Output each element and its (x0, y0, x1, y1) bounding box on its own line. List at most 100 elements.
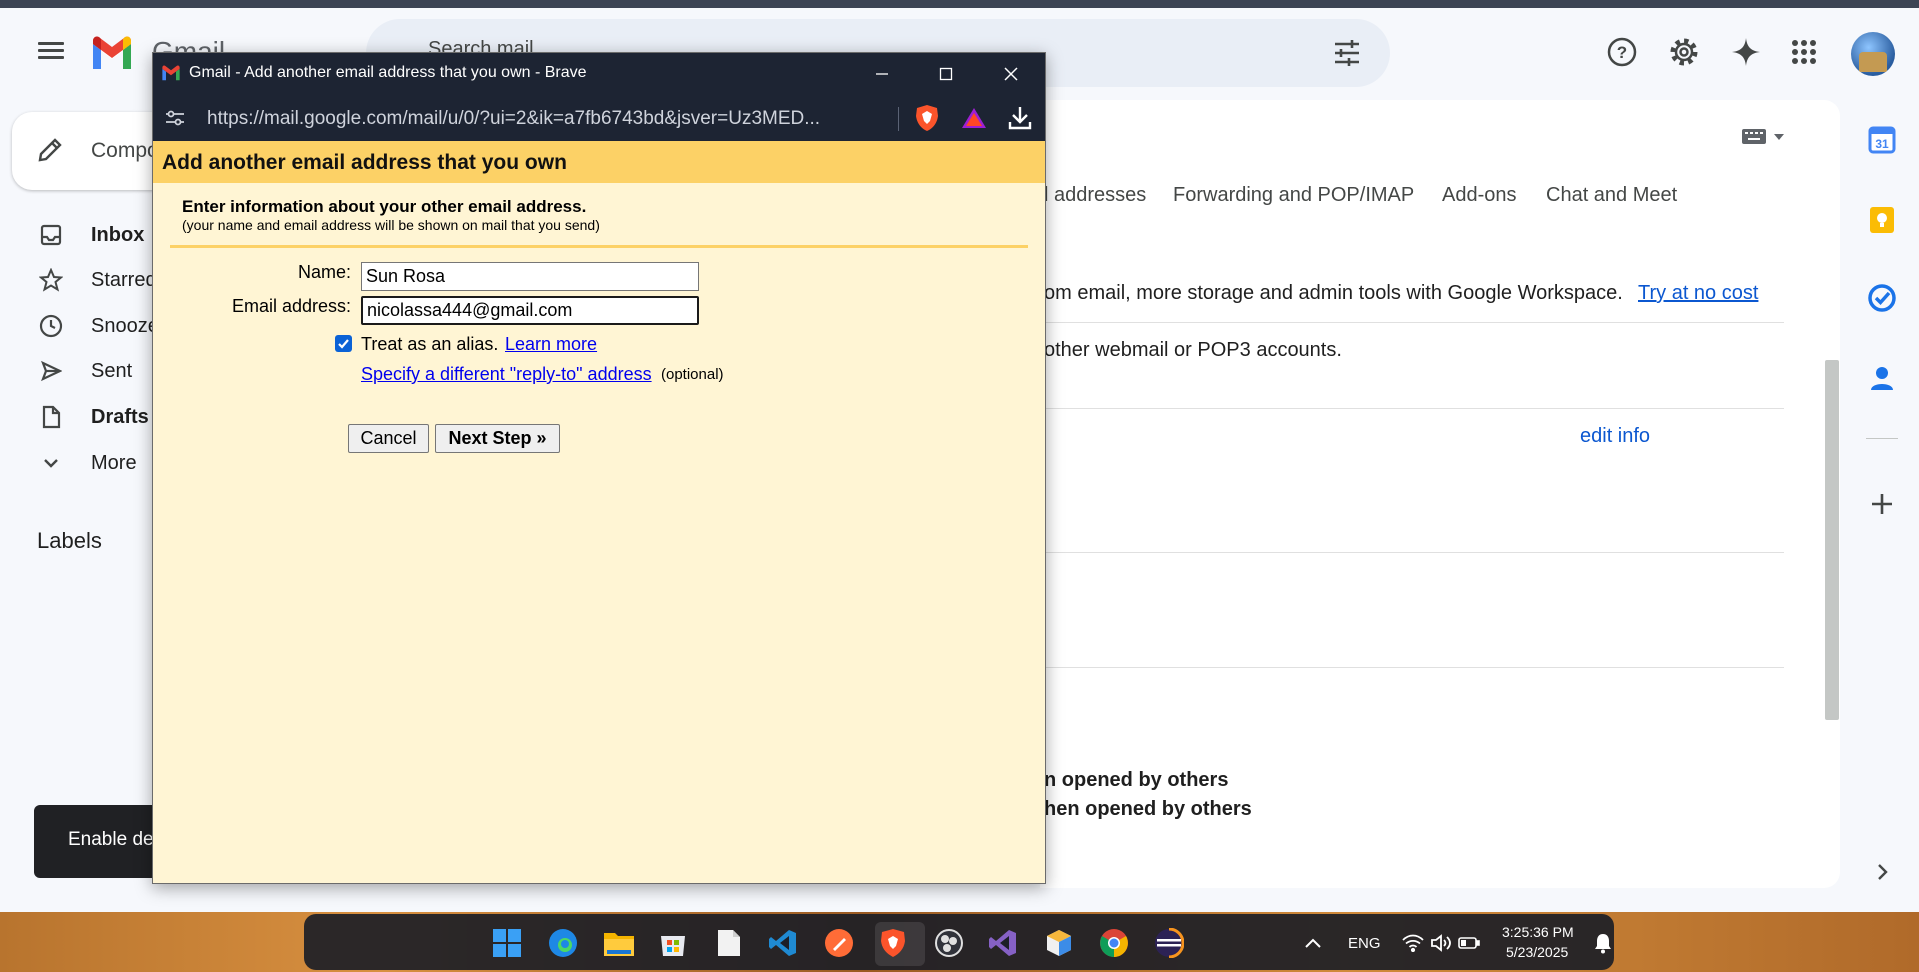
account-avatar[interactable] (1851, 32, 1895, 76)
edit-info-link[interactable]: edit info (1580, 425, 1650, 448)
notepad-icon[interactable] (712, 926, 746, 960)
divider (170, 245, 1028, 248)
popup-header-bar: Add another email address that you own (153, 141, 1045, 183)
visual-studio-icon[interactable] (986, 926, 1020, 960)
search-options-icon[interactable] (1332, 38, 1362, 73)
nav-item-snoozed[interactable]: Snoozed (38, 311, 170, 341)
nav-item-starred[interactable]: Starred (38, 265, 157, 295)
maximize-icon[interactable] (926, 59, 966, 89)
clock-icon (38, 313, 64, 339)
nav-label: Starred (91, 268, 157, 291)
tab-addons[interactable]: Add-ons (1442, 184, 1517, 207)
file-explorer-icon[interactable] (602, 926, 636, 960)
gmail-favicon-icon (161, 65, 181, 86)
nav-label: Inbox (91, 223, 145, 246)
nav-label: Sent (91, 359, 133, 382)
popup-subnote: (your name and email address will be sho… (182, 217, 600, 233)
read-receipt-text: hen opened by others (1044, 798, 1252, 820)
file-icon (38, 404, 64, 430)
divider (1040, 322, 1784, 323)
edge-browser-icon[interactable] (546, 926, 580, 960)
minimize-icon[interactable] (862, 59, 902, 89)
nav-label: More (91, 451, 137, 474)
main-menu-button[interactable] (32, 38, 70, 68)
email-address-label: Email address: (231, 296, 351, 316)
close-icon[interactable] (991, 59, 1031, 89)
notification-bell-icon[interactable] (1586, 926, 1620, 960)
inbox-icon (38, 222, 64, 248)
microsoft-store-icon[interactable] (656, 926, 690, 960)
popup-address-bar[interactable]: https://mail.google.com/mail/u/0/?ui=2&i… (153, 95, 1045, 141)
tab-forwarding[interactable]: Forwarding and POP/IMAP (1173, 184, 1414, 207)
tab-filters-partial[interactable]: l addresses (1044, 184, 1146, 207)
windows-start-icon[interactable] (490, 926, 524, 960)
nav-label: Drafts (91, 405, 149, 428)
contacts-icon[interactable] (1866, 362, 1898, 394)
calendar-icon[interactable]: 31 (1866, 124, 1898, 156)
learn-more-link[interactable]: Learn more (505, 334, 597, 355)
popup-url[interactable]: https://mail.google.com/mail/u/0/?ui=2&i… (207, 108, 820, 130)
cancel-button[interactable]: Cancel (348, 424, 429, 453)
nav-item-inbox[interactable]: Inbox (38, 220, 144, 250)
labels-heading: Labels (37, 528, 102, 553)
apps-grid-icon[interactable] (1786, 34, 1822, 70)
add-addon-icon[interactable] (1866, 488, 1898, 520)
tasks-icon[interactable] (1866, 282, 1898, 314)
popup-subheading: Enter information about your other email… (182, 197, 587, 216)
name-field[interactable] (361, 262, 699, 291)
vscode-icon[interactable] (766, 926, 800, 960)
divider (1040, 667, 1784, 668)
email-address-field[interactable] (361, 296, 699, 325)
settings-scrollbar[interactable] (1825, 360, 1839, 720)
optional-note: (optional) (661, 366, 724, 383)
chevron-down-icon (38, 450, 64, 476)
next-step-button[interactable]: Next Step » (435, 424, 560, 453)
popup-titlebar[interactable]: Gmail - Add another email address that y… (153, 53, 1045, 95)
clock-time[interactable]: 3:25:36 PM (1502, 924, 1574, 940)
gmail-logo-icon[interactable] (90, 36, 134, 75)
brave-rewards-icon[interactable] (961, 107, 987, 134)
keyboard-icon[interactable] (1740, 126, 1790, 153)
popup-heading: Add another email address that you own (162, 151, 567, 174)
postman-icon[interactable] (822, 926, 856, 960)
name-label: Name: (297, 262, 351, 282)
chevron-up-icon[interactable] (1296, 926, 1330, 960)
app-cube-icon[interactable] (1042, 926, 1076, 960)
nav-item-more[interactable]: More (38, 448, 137, 478)
language-indicator[interactable]: ENG (1348, 935, 1381, 952)
svg-text:31: 31 (1875, 137, 1889, 151)
clock-date[interactable]: 5/23/2025 (1506, 944, 1568, 960)
battery-icon[interactable] (1452, 926, 1486, 960)
alias-checkbox[interactable] (335, 335, 352, 352)
help-icon[interactable]: ? (1604, 34, 1640, 70)
chevron-right-icon[interactable] (1866, 856, 1898, 888)
divider (1866, 438, 1898, 439)
svg-text:?: ? (1617, 43, 1627, 62)
popup-window-title: Gmail - Add another email address that y… (189, 64, 587, 81)
settings-gear-icon[interactable] (1666, 34, 1702, 70)
keep-icon[interactable] (1866, 204, 1898, 236)
try-at-no-cost-link[interactable]: Try at no cost (1638, 282, 1758, 305)
add-email-popup-window: Gmail - Add another email address that y… (152, 52, 1046, 884)
brave-browser-icon[interactable] (876, 926, 910, 960)
alias-label: Treat as an alias. (361, 334, 499, 354)
star-icon (38, 267, 64, 293)
obs-studio-icon[interactable] (932, 926, 966, 960)
download-icon[interactable] (1008, 105, 1032, 136)
divider (1040, 552, 1784, 553)
nav-item-drafts[interactable]: Drafts (38, 402, 149, 432)
divider (898, 107, 899, 131)
site-settings-icon[interactable] (165, 109, 185, 132)
workspace-promo-text: om email, more storage and admin tools w… (1044, 282, 1623, 304)
divider (1040, 408, 1784, 409)
read-receipt-text: n opened by others (1044, 769, 1229, 791)
chrome-browser-icon[interactable] (1097, 926, 1131, 960)
reply-to-link[interactable]: Specify a different "reply-to" address (361, 364, 652, 385)
brave-shields-icon[interactable] (914, 104, 940, 137)
nav-item-sent[interactable]: Sent (38, 356, 132, 386)
send-icon (38, 358, 64, 384)
tab-chat-meet[interactable]: Chat and Meet (1546, 184, 1677, 207)
eclipse-ide-icon[interactable] (1152, 926, 1186, 960)
pencil-icon (36, 136, 64, 169)
gemini-sparkle-icon[interactable] (1728, 34, 1764, 70)
